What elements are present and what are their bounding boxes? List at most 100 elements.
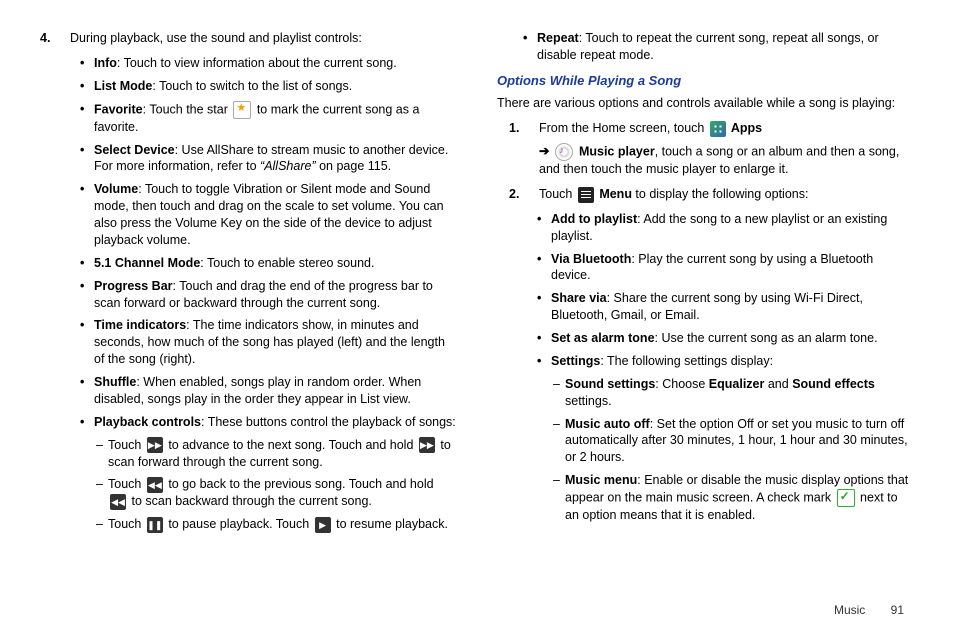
bullet-add-playlist: Add to playlist: Add the song to a new p… [541, 211, 914, 245]
text: to advance to the next song. Touch and h… [165, 438, 417, 452]
bullet-share-via: Share via: Share the current song by usi… [541, 290, 914, 324]
label: Music menu [565, 473, 637, 487]
pause-icon: ❚❚ [147, 517, 163, 533]
text: : When enabled, songs play in random ord… [94, 375, 421, 406]
bullet-channel-mode: 5.1 Channel Mode: Touch to enable stereo… [84, 255, 457, 272]
label: Time indicators [94, 318, 186, 332]
text: : Touch the star [143, 102, 232, 116]
label: Add to playlist [551, 212, 637, 226]
step-number: 4. [40, 30, 70, 47]
text: to pause playback. Touch [165, 517, 313, 531]
step-number: 2. [509, 186, 539, 203]
bullet-info: Info: Touch to view information about th… [84, 55, 457, 72]
menu-icon [578, 187, 594, 203]
dash-music-menu: Music menu: Enable or disable the music … [553, 472, 914, 524]
left-column: 4. During playback, use the sound and pl… [40, 30, 457, 539]
play-icon: ▶ [315, 517, 331, 533]
label: Settings [551, 354, 600, 368]
bullet-select-device: Select Device: Use AllShare to stream mu… [84, 142, 457, 176]
text: : These buttons control the playback of … [201, 415, 456, 429]
page-number: 91 [891, 603, 904, 617]
dash-next: Touch ▶▶ to advance to the next song. To… [96, 437, 457, 471]
label: Shuffle [94, 375, 136, 389]
label: Via Bluetooth [551, 252, 631, 266]
bullet-set-alarm: Set as alarm tone: Use the current song … [541, 330, 914, 347]
music-player-label: Music player [575, 144, 654, 158]
bullet-time-indicators: Time indicators: The time indicators sho… [84, 317, 457, 368]
footer-section: Music [834, 603, 865, 617]
text: : Choose [655, 377, 709, 391]
text: : Use the current song as an alarm tone. [655, 331, 878, 345]
bullet-repeat: Repeat: Touch to repeat the current song… [527, 30, 914, 64]
bullet-list-mode: List Mode: Touch to switch to the list o… [84, 78, 457, 95]
text: to display the following options: [632, 187, 809, 201]
label: List Mode [94, 79, 152, 93]
step-body: From the Home screen, touch Apps ➔ Music… [539, 120, 914, 178]
ref: “AllShare” [260, 159, 316, 173]
text: : Touch to toggle Vibration or Silent mo… [94, 182, 444, 247]
dash-prev: Touch ◀◀ to go back to the previous song… [96, 476, 457, 510]
text: to resume playback. [333, 517, 448, 531]
apps-label: Apps [728, 121, 762, 135]
text: Touch [539, 187, 576, 201]
bullet-volume: Volume: Touch to toggle Vibration or Sil… [84, 181, 457, 249]
text: : Touch to repeat the current song, repe… [537, 31, 879, 62]
dash-pause: Touch ❚❚ to pause playback. Touch ▶ to r… [96, 516, 457, 533]
music-player-icon [555, 143, 573, 161]
text: : Touch to enable stereo sound. [200, 256, 374, 270]
text: : Touch to switch to the list of songs. [152, 79, 352, 93]
label: Music auto off [565, 417, 650, 431]
step-2: 2. Touch Menu to display the following o… [497, 186, 914, 203]
label: Playback controls [94, 415, 201, 429]
step-number: 1. [509, 120, 539, 178]
text: Touch [108, 477, 145, 491]
bullet-settings: Settings: The following settings display… [541, 353, 914, 370]
arrow-icon: ➔ [539, 143, 549, 160]
text: on page 115. [316, 159, 392, 173]
bullet-playback-controls: Playback controls: These buttons control… [84, 414, 457, 431]
label: Info [94, 56, 117, 70]
section-heading: Options While Playing a Song [497, 72, 914, 90]
bullet-favorite: Favorite: Touch the star to mark the cur… [84, 101, 457, 136]
label: Sound settings [565, 377, 655, 391]
bullet-via-bluetooth: Via Bluetooth: Play the current song by … [541, 251, 914, 285]
label: Repeat [537, 31, 579, 45]
right-column: Repeat: Touch to repeat the current song… [497, 30, 914, 539]
label: Select Device [94, 143, 175, 157]
dash-sound-settings: Sound settings: Choose Equalizer and Sou… [553, 376, 914, 410]
label: 5.1 Channel Mode [94, 256, 200, 270]
fx: Sound effects [792, 377, 875, 391]
intro-text: There are various options and controls a… [497, 95, 914, 112]
text: Touch [108, 517, 145, 531]
prev-icon: ◀◀ [110, 494, 126, 510]
star-icon [233, 101, 251, 119]
label: Share via [551, 291, 607, 305]
bullet-progress-bar: Progress Bar: Touch and drag the end of … [84, 278, 457, 312]
label: Favorite [94, 102, 143, 116]
label: Volume [94, 182, 138, 196]
eq: Equalizer [709, 377, 765, 391]
dash-music-auto-off: Music auto off: Set the option Off or se… [553, 416, 914, 467]
text: Touch [108, 438, 145, 452]
text: and [764, 377, 792, 391]
step-1: 1. From the Home screen, touch Apps ➔ Mu… [497, 120, 914, 178]
text: : The following settings display: [600, 354, 773, 368]
prev-icon: ◀◀ [147, 477, 163, 493]
menu-label: Menu [596, 187, 632, 201]
step-text: During playback, use the sound and playl… [70, 30, 457, 47]
label: Set as alarm tone [551, 331, 655, 345]
text: : Touch to view information about the cu… [117, 56, 397, 70]
next-icon: ▶▶ [419, 437, 435, 453]
text: settings. [565, 394, 612, 408]
step-body: Touch Menu to display the following opti… [539, 186, 914, 203]
label: Progress Bar [94, 279, 173, 293]
step-4: 4. During playback, use the sound and pl… [40, 30, 457, 47]
text: to scan backward through the current son… [128, 494, 372, 508]
text: to go back to the previous song. Touch a… [165, 477, 434, 491]
checkmark-icon [837, 489, 855, 507]
next-icon: ▶▶ [147, 437, 163, 453]
apps-icon [710, 121, 726, 137]
page-footer: Music 91 [834, 602, 904, 618]
bullet-shuffle: Shuffle: When enabled, songs play in ran… [84, 374, 457, 408]
text: From the Home screen, touch [539, 121, 708, 135]
